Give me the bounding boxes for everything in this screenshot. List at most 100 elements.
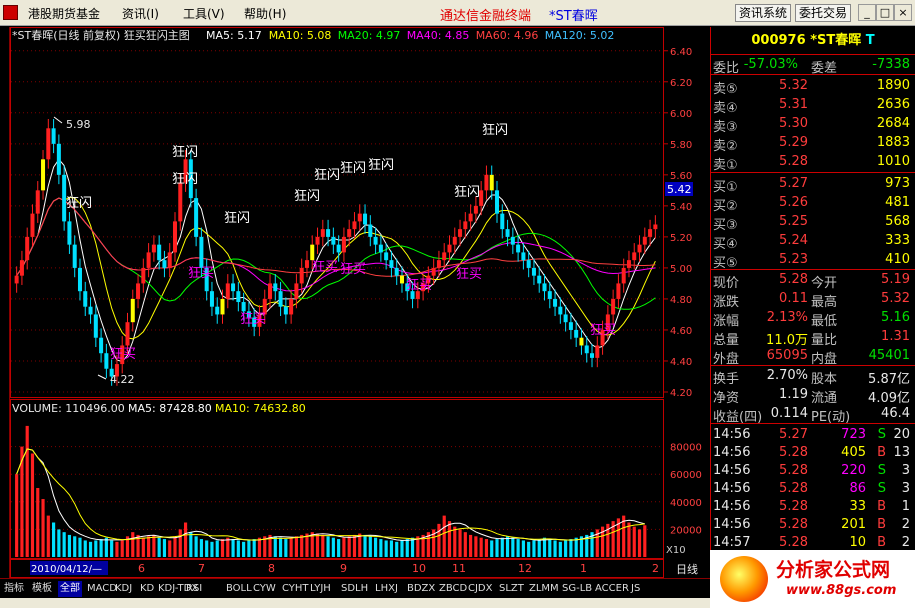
volume-bar: [637, 529, 642, 557]
tick-time: 14:56: [713, 517, 751, 532]
tick-side: S: [877, 427, 886, 442]
signal-flash: 狂闪: [172, 172, 198, 187]
maximize-button[interactable]: □: [876, 4, 894, 21]
tab-全部[interactable]: 全部: [58, 581, 82, 597]
tab-kdj[interactable]: KDJ: [113, 581, 134, 597]
candle-body: [626, 260, 631, 268]
x-month-label: 6: [138, 562, 145, 575]
signal-flash: 狂闪: [368, 158, 394, 173]
volume-y-label: 40000: [670, 498, 702, 509]
tick-row: 14:56 5.28 33 B 1: [711, 497, 915, 516]
volume-ma10: MA10: 74632.80: [215, 402, 306, 415]
tab-lyjh[interactable]: LYJH: [308, 581, 333, 597]
tab-zbcd[interactable]: ZBCD: [437, 581, 469, 597]
volume-bar: [553, 540, 557, 557]
candle-body: [294, 283, 299, 299]
candle-body: [326, 229, 331, 237]
candle-body: [215, 306, 220, 315]
tab-js[interactable]: JS: [629, 581, 642, 597]
x-month-label: 2: [652, 562, 659, 575]
tab-slzt[interactable]: SLZT: [497, 581, 526, 597]
tab-zlmm[interactable]: ZLMM: [527, 581, 561, 597]
volume-bar: [231, 539, 235, 557]
tab-sdlh[interactable]: SDLH: [339, 581, 370, 597]
x-month-label: 7: [198, 562, 205, 575]
grid: [11, 50, 663, 393]
candle-body: [157, 244, 162, 261]
quote-panel: 000976 *ST春晖 T 委比 -57.03% 委差 -7338 卖⑤ 5.32 189…: [710, 27, 915, 578]
buy-row: 买⑤ 5.23 410: [711, 250, 915, 271]
menu-item-info[interactable]: 资讯(I): [122, 5, 159, 22]
volume-bar: [495, 539, 499, 557]
x-date[interactable]: 2010/04/12/—: [31, 564, 102, 575]
signal-buy: 狂买: [406, 278, 432, 293]
buy-row: 买③ 5.25 568: [711, 212, 915, 233]
stock-header: 000976 *ST春晖 T: [711, 27, 915, 55]
tab-boll[interactable]: BOLL: [224, 581, 254, 597]
candle-body: [368, 224, 373, 237]
y-tick-label: 4.60: [670, 326, 692, 337]
xaxis-frame: [10, 559, 664, 578]
tick-price: 5.28: [779, 535, 808, 550]
volume-bar: [490, 540, 494, 557]
volume-bar: [220, 539, 225, 557]
menu-item-hk-futures[interactable]: 港股期货基金: [28, 5, 100, 22]
tick-volume: 220: [841, 463, 866, 478]
volume-ma10-line: [16, 448, 645, 541]
tab-lhxj[interactable]: LHXJ: [373, 581, 400, 597]
candle-body: [590, 353, 595, 358]
volume-bar: [141, 537, 145, 557]
volume-bar: [395, 541, 399, 557]
volume-bar: [569, 539, 573, 557]
menu-item-tools[interactable]: 工具(V): [183, 5, 225, 22]
volume-bar: [358, 533, 362, 557]
signal-flash: 狂闪: [66, 196, 92, 211]
x-month-label: 10: [412, 562, 426, 575]
candle-body: [231, 283, 236, 292]
tab-accer[interactable]: ACCER: [593, 581, 631, 597]
left-strip: [0, 27, 10, 578]
volume-bar: [527, 541, 531, 557]
sell-label: 卖①: [713, 158, 738, 173]
y-tick-label: 5.00: [670, 264, 692, 275]
tab-指标[interactable]: 指标: [2, 581, 26, 597]
tab-bdzx[interactable]: BDZX: [405, 581, 437, 597]
divider: [711, 423, 915, 424]
tab-rsi[interactable]: RSI: [184, 581, 204, 597]
volume-bar: [326, 536, 330, 557]
close-button[interactable]: ×: [894, 4, 912, 21]
volume-bar: [104, 537, 108, 557]
app-icon[interactable]: [3, 5, 18, 20]
menu-item-help[interactable]: 帮助(H): [244, 5, 286, 22]
period-label[interactable]: 日线: [676, 562, 698, 576]
kline-chart[interactable]: 狂闪 狂闪 狂闪 狂闪 狂闪 狂闪 狂闪 狂闪 狂闪 狂闪 狂买 狂买 狂买 狂买 狂买 狂买 狂买 狂买 6.4…: [10, 27, 710, 578]
tick-row: 14:56 5.28 405 B 13: [711, 443, 915, 462]
sell-volume: 1890: [876, 78, 910, 93]
tick-side: B: [877, 517, 886, 532]
signal-flash: 狂闪: [224, 211, 250, 226]
tab-模板[interactable]: 模板: [30, 581, 54, 597]
tab-cjdx[interactable]: CJDX: [466, 581, 494, 597]
volume-bar: [442, 515, 446, 557]
tab-cyw[interactable]: CYW: [251, 581, 278, 597]
volume-bar: [627, 522, 631, 557]
tick-count: 2: [901, 535, 910, 550]
volume-bar: [479, 537, 483, 557]
tab-cyht[interactable]: CYHT: [280, 581, 311, 597]
tab-kd[interactable]: KD: [138, 581, 156, 597]
volume-bar: [363, 534, 367, 557]
tab-sg-lb[interactable]: SG-LB: [560, 581, 594, 597]
info-system-button[interactable]: 资讯系统: [735, 4, 792, 22]
volume-bar: [632, 526, 636, 557]
minimize-button[interactable]: _: [858, 4, 876, 21]
volume-bar: [368, 536, 372, 557]
candle-body: [373, 236, 378, 245]
candle-body: [241, 302, 246, 312]
trade-button[interactable]: 委托交易: [795, 4, 852, 22]
volume-bar: [384, 540, 388, 557]
buy-price: 5.25: [779, 214, 808, 229]
volume-bar: [183, 522, 188, 557]
tick-price: 5.28: [779, 499, 808, 514]
volume-bar: [284, 539, 288, 557]
volume-bar: [115, 541, 119, 557]
